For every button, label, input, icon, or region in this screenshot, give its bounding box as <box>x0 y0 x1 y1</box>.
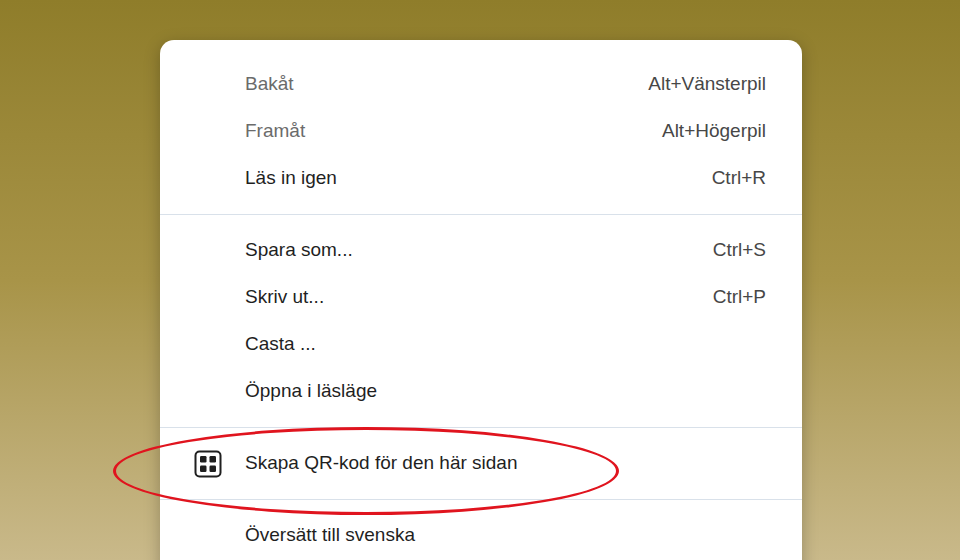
menu-item-label: Casta ... <box>245 330 316 359</box>
menu-section: Översätt till svenska <box>160 487 802 559</box>
menu-item[interactable]: Översätt till svenska <box>160 512 802 559</box>
menu-item[interactable]: Öppna i läsläge <box>160 368 802 415</box>
menu-item-shortcut: Ctrl+P <box>713 283 766 312</box>
menu-item-label: Läs in igen <box>245 164 337 193</box>
menu-section: Bakåt Alt+Vänsterpil Framåt Alt+Högerpil Läs… <box>160 61 802 202</box>
menu-item[interactable]: Skapa QR-kod för den här sidan <box>160 440 802 487</box>
menu-item-shortcut: Alt+Högerpil <box>662 117 766 146</box>
menu-item-shortcut: Ctrl+R <box>712 164 766 193</box>
menu-separator <box>160 202 802 227</box>
menu-section: Spara som... Ctrl+S Skriv ut... Ctrl+P Casta… <box>160 202 802 415</box>
menu-item-label: Skriv ut... <box>245 283 324 312</box>
qr-code-icon <box>194 450 222 478</box>
context-menu: Bakåt Alt+Vänsterpil Framåt Alt+Högerpil Läs… <box>160 40 802 560</box>
menu-item-label: Spara som... <box>245 236 353 265</box>
menu-item-label: Skapa QR-kod för den här sidan <box>245 449 518 478</box>
menu-separator <box>160 415 802 440</box>
menu-item-label: Framåt <box>245 117 305 146</box>
annotation-ellipse <box>113 427 619 515</box>
menu-section: Skapa QR-kod för den här sidan <box>160 415 802 487</box>
menu-item[interactable]: Casta ... <box>160 321 802 368</box>
menu-item[interactable]: Skriv ut... Ctrl+P <box>160 274 802 321</box>
menu-item-shortcut: Ctrl+S <box>713 236 766 265</box>
menu-item-shortcut: Alt+Vänsterpil <box>648 70 766 99</box>
screen: Bakåt Alt+Vänsterpil Framåt Alt+Högerpil Läs… <box>0 0 960 560</box>
menu-item-label: Bakåt <box>245 70 294 99</box>
menu-item[interactable]: Spara som... Ctrl+S <box>160 227 802 274</box>
menu-separator <box>160 487 802 512</box>
menu-item: Framåt Alt+Högerpil <box>160 108 802 155</box>
menu-item-label: Öppna i läsläge <box>245 377 377 406</box>
menu-item[interactable]: Läs in igen Ctrl+R <box>160 155 802 202</box>
menu-item-label: Översätt till svenska <box>245 521 415 550</box>
menu-item: Bakåt Alt+Vänsterpil <box>160 61 802 108</box>
